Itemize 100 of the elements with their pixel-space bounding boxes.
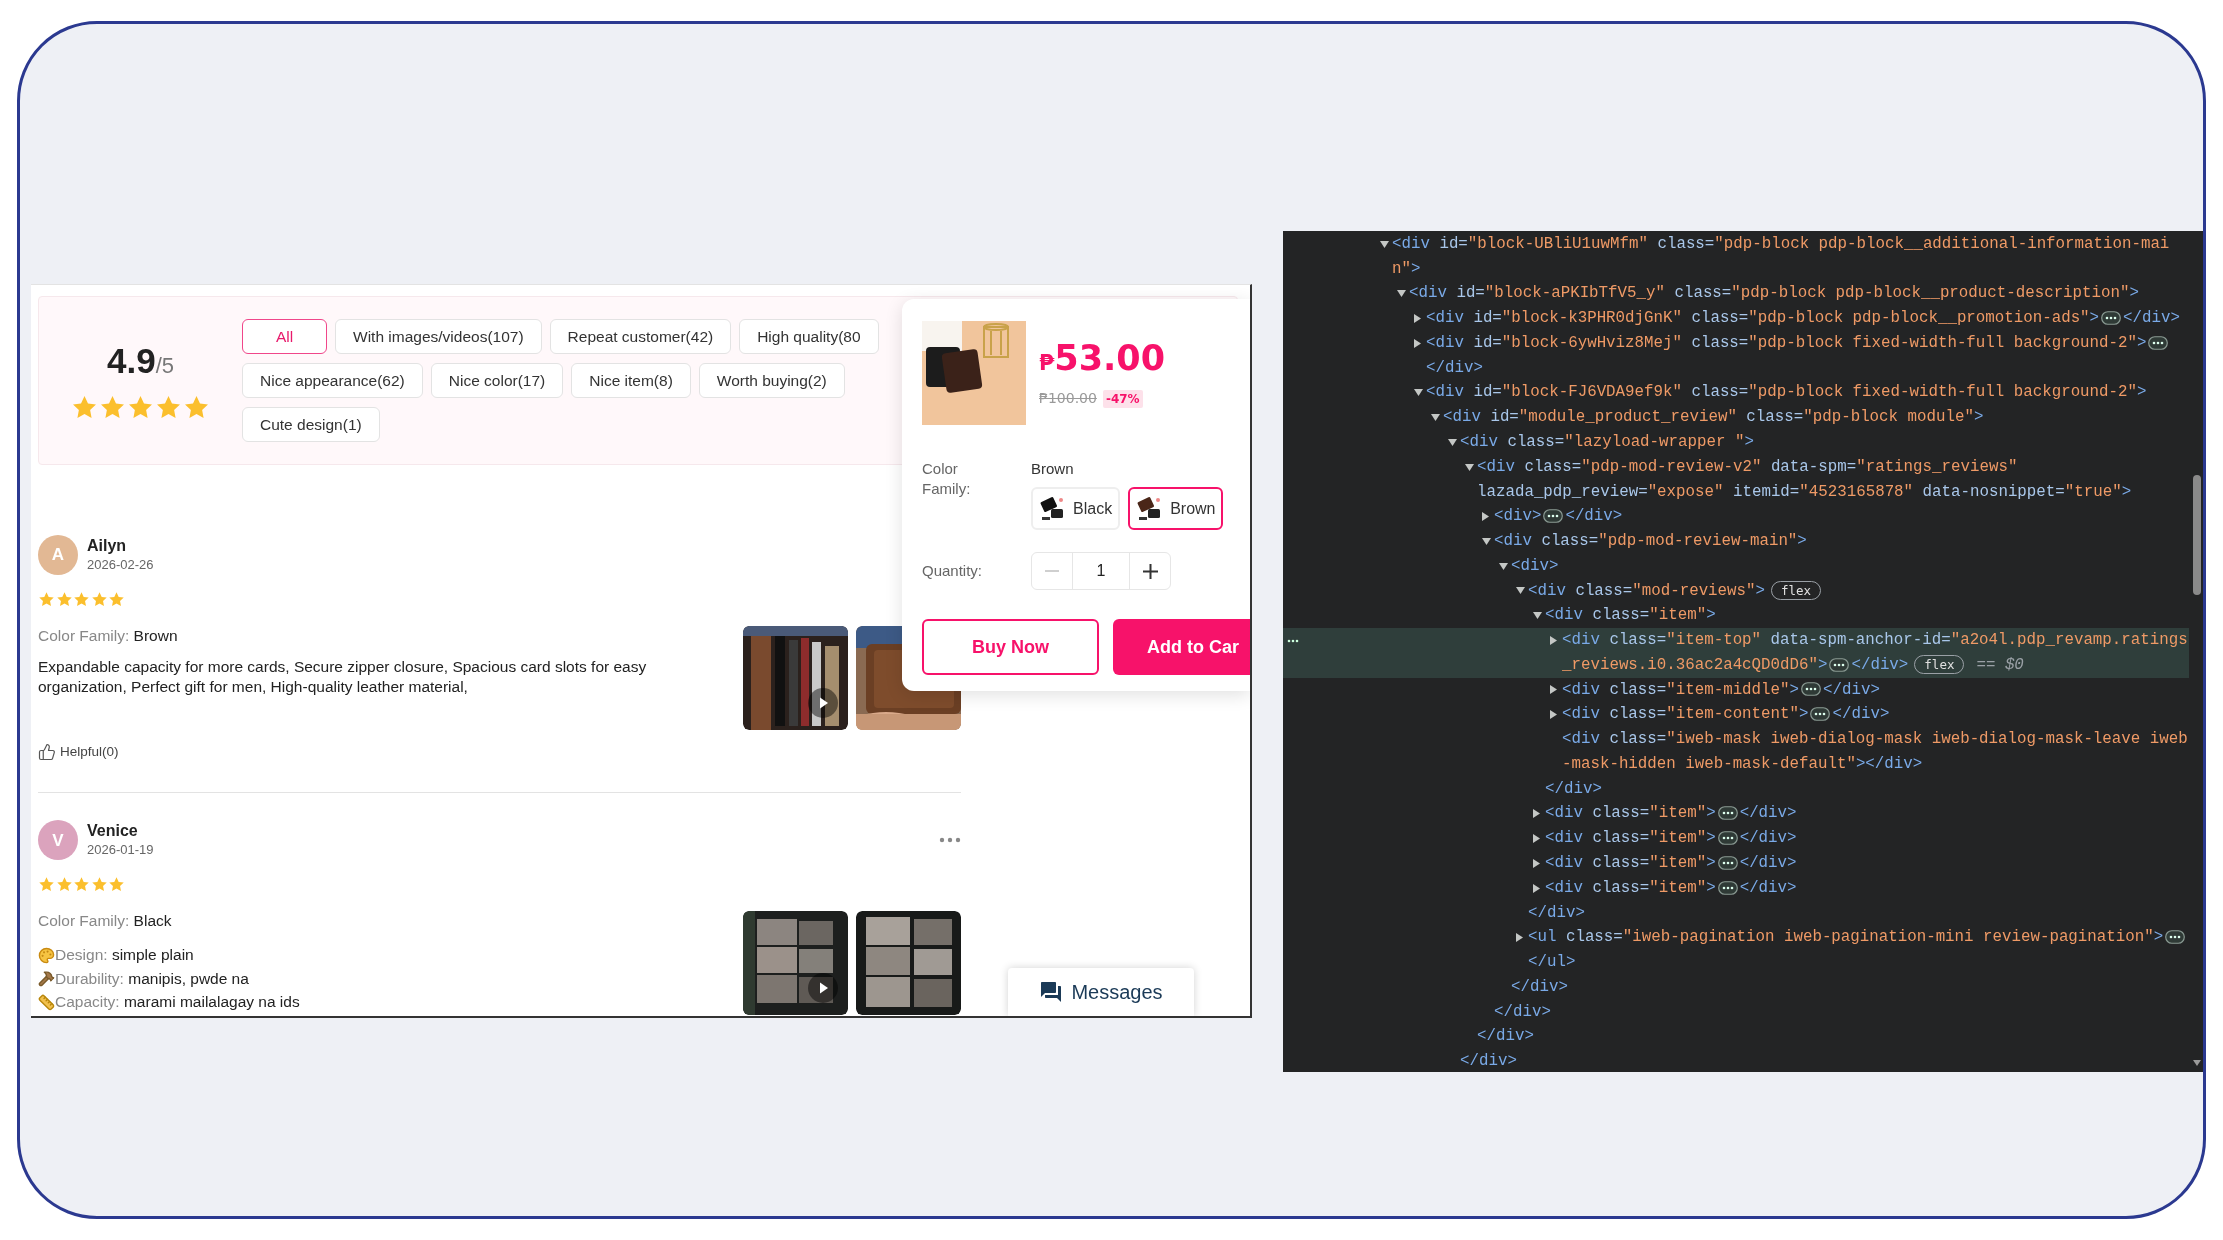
- ellipsis-icon[interactable]: [1717, 806, 1738, 821]
- star-icon: [73, 876, 90, 894]
- variant-label: Color Family:: [922, 459, 972, 499]
- ellipsis-icon[interactable]: [1801, 682, 1821, 697]
- caret-right-icon[interactable]: [1550, 636, 1557, 646]
- star-icon: [71, 393, 98, 421]
- code-line[interactable]: <div id="block-6ywHviz8Mej" class="pdp-block fixed-width-full background-2"> </div>: [1283, 331, 2189, 381]
- code-line[interactable]: <div class="pdp-mod-review-v2" data-spm="ratings_reviews" lazada_pdp_review="expose" itemid="4523165878" data-nosnippet="true">: [1283, 454, 2189, 505]
- caret-down-icon[interactable]: [1516, 587, 1525, 595]
- caret-right-icon[interactable]: [1533, 883, 1540, 893]
- caret-right-icon[interactable]: [1414, 314, 1421, 324]
- star-icon: [55, 876, 73, 894]
- code-line[interactable]: <div class="iweb-mask iweb-dialog-mask iweb-dialog-mask-leave iweb-mask-hidden iweb-mask-default"></div>: [1283, 727, 2189, 777]
- variant-option[interactable]: Black: [1031, 487, 1121, 530]
- code-line[interactable]: <div id="block-UBliU1uwMfm" class="pdp-block pdp-block__additional-information-main">: [1283, 232, 2189, 282]
- caret-right-icon[interactable]: [1533, 834, 1540, 844]
- code-line[interactable]: <div>: [1283, 553, 2189, 579]
- review-date: 2026-01-19: [87, 841, 154, 860]
- variant-text: Color Family: Brown: [38, 626, 179, 646]
- code-line[interactable]: <div class="item"> </div>: [1283, 851, 2189, 876]
- code-line[interactable]: <div class="item">: [1283, 603, 2189, 629]
- play-icon[interactable]: [808, 688, 838, 718]
- reviewer-name: Ailyn: [87, 536, 128, 556]
- ellipsis-icon[interactable]: [2148, 335, 2169, 350]
- star-icon: [108, 876, 125, 894]
- code-line[interactable]: </div>: [1283, 776, 2189, 802]
- thumbs-up-icon[interactable]: [38, 743, 56, 762]
- scrollbar-thumb[interactable]: [2193, 475, 2201, 595]
- code-line[interactable]: <div> </div>: [1283, 504, 2189, 529]
- original-price: ₱100.00: [1039, 389, 1097, 408]
- filter-chip[interactable]: All: [242, 319, 327, 354]
- filter-chip[interactable]: With images/videos(107): [335, 319, 542, 354]
- code-line[interactable]: <div id="module_product_review" class="pdp-block module">: [1283, 405, 2189, 430]
- filter-chip[interactable]: Nice appearance(62): [242, 363, 423, 398]
- caret-down-icon[interactable]: [1533, 612, 1542, 620]
- caret-right-icon[interactable]: [1533, 809, 1540, 819]
- variant-option[interactable]: Brown: [1128, 487, 1224, 530]
- code-line[interactable]: </div>: [1283, 1049, 2189, 1072]
- filter-chip[interactable]: Repeat customer(42): [549, 319, 732, 354]
- code-line[interactable]: <div class="item-content"> </div>: [1283, 702, 2189, 728]
- code-line[interactable]: </div>: [1283, 1024, 2189, 1050]
- caret-right-icon[interactable]: [1516, 933, 1523, 943]
- scroll-down-icon[interactable]: [2193, 1060, 2201, 1066]
- code-line[interactable]: </div>: [1283, 999, 2189, 1025]
- buy-now-button[interactable]: Buy Now: [922, 619, 1099, 675]
- code-line[interactable]: <div class="pdp-mod-review-main">: [1283, 529, 2189, 554]
- code-line[interactable]: <div class="lazyload-wrapper ">: [1283, 430, 2189, 455]
- caret-down-icon[interactable]: [1431, 414, 1440, 422]
- code-line[interactable]: </div>: [1283, 974, 2189, 1000]
- ellipsis-icon[interactable]: [2165, 930, 2186, 945]
- filter-chip[interactable]: Worth buying(2): [698, 363, 845, 398]
- code-line[interactable]: <div class="item"> </div>: [1283, 801, 2189, 827]
- caret-down-icon[interactable]: [1397, 290, 1406, 298]
- code-line[interactable]: <div id="block-FJ6VDA9ef9k" class="pdp-block fixed-width-full background-2">: [1283, 380, 2189, 406]
- caret-down-icon[interactable]: [1414, 389, 1423, 397]
- ellipsis-icon[interactable]: [1717, 880, 1738, 895]
- code-line[interactable]: <div id="block-aPKIbTfV5_y" class="pdp-block pdp-block__product-description">: [1283, 281, 2189, 307]
- attribute-text: Design: simple plain: [55, 945, 194, 965]
- ellipsis-icon[interactable]: [1717, 855, 1738, 870]
- code-line[interactable]: <div class="mod-reviews"> flex: [1283, 578, 2189, 604]
- avatar: V: [38, 820, 78, 861]
- filter-chip[interactable]: Nice color(17): [430, 363, 564, 398]
- filter-chip[interactable]: High quality(80: [739, 319, 879, 354]
- helpful-link[interactable]: Helpful(0): [60, 742, 119, 763]
- code-line[interactable]: <div class="item"> </div>: [1283, 875, 2189, 901]
- code-line[interactable]: <div class="item"> </div>: [1283, 826, 2189, 851]
- ellipsis-icon[interactable]: [1717, 831, 1738, 845]
- ellipsis-icon[interactable]: [2101, 311, 2122, 326]
- palette-icon: [38, 946, 55, 964]
- star-icon: [38, 876, 55, 894]
- caret-right-icon[interactable]: [1482, 512, 1489, 522]
- star-icon: [55, 591, 73, 608]
- avatar: A: [38, 535, 78, 575]
- caret-down-icon[interactable]: [1380, 240, 1389, 248]
- code-line[interactable]: <div class="item-middle"> </div>: [1283, 677, 2189, 703]
- caret-right-icon[interactable]: [1550, 710, 1557, 720]
- caret-right-icon[interactable]: [1550, 685, 1557, 695]
- code-line[interactable]: <ul class="iweb-pagination iweb-pagination-mini review-pagination"> </ul>: [1283, 925, 2189, 975]
- more-icon[interactable]: [1287, 638, 1299, 643]
- caret-down-icon[interactable]: [1465, 463, 1474, 471]
- code-line[interactable]: <div id="block-k3PHR0djGnK" class="pdp-block pdp-block__promotion-ads"> </div>: [1283, 306, 2189, 331]
- quantity-input[interactable]: 1: [1072, 553, 1130, 589]
- ellipsis-icon[interactable]: [1543, 509, 1564, 524]
- code-line[interactable]: </div>: [1283, 900, 2189, 926]
- caret-right-icon[interactable]: [1414, 338, 1421, 348]
- rating-scale: /5: [155, 353, 174, 380]
- messages-button[interactable]: Messages: [1008, 968, 1194, 1016]
- ellipsis-icon[interactable]: [1829, 657, 1850, 672]
- caret-right-icon[interactable]: [1533, 858, 1540, 868]
- filter-chip[interactable]: Nice item(8): [571, 363, 691, 398]
- quantity-stepper[interactable]: 1: [1031, 552, 1171, 590]
- filter-chip[interactable]: Cute design(1): [242, 407, 380, 442]
- reviewer-name: Venice: [87, 821, 139, 842]
- caret-down-icon[interactable]: [1482, 537, 1491, 545]
- price: ₱53.00: [1039, 337, 1166, 380]
- ellipsis-icon[interactable]: [1810, 707, 1831, 722]
- add-to-cart-button[interactable]: Add to Car: [1113, 619, 1250, 675]
- caret-down-icon[interactable]: [1448, 438, 1457, 446]
- play-icon[interactable]: [808, 973, 838, 1004]
- caret-down-icon[interactable]: [1499, 562, 1508, 570]
